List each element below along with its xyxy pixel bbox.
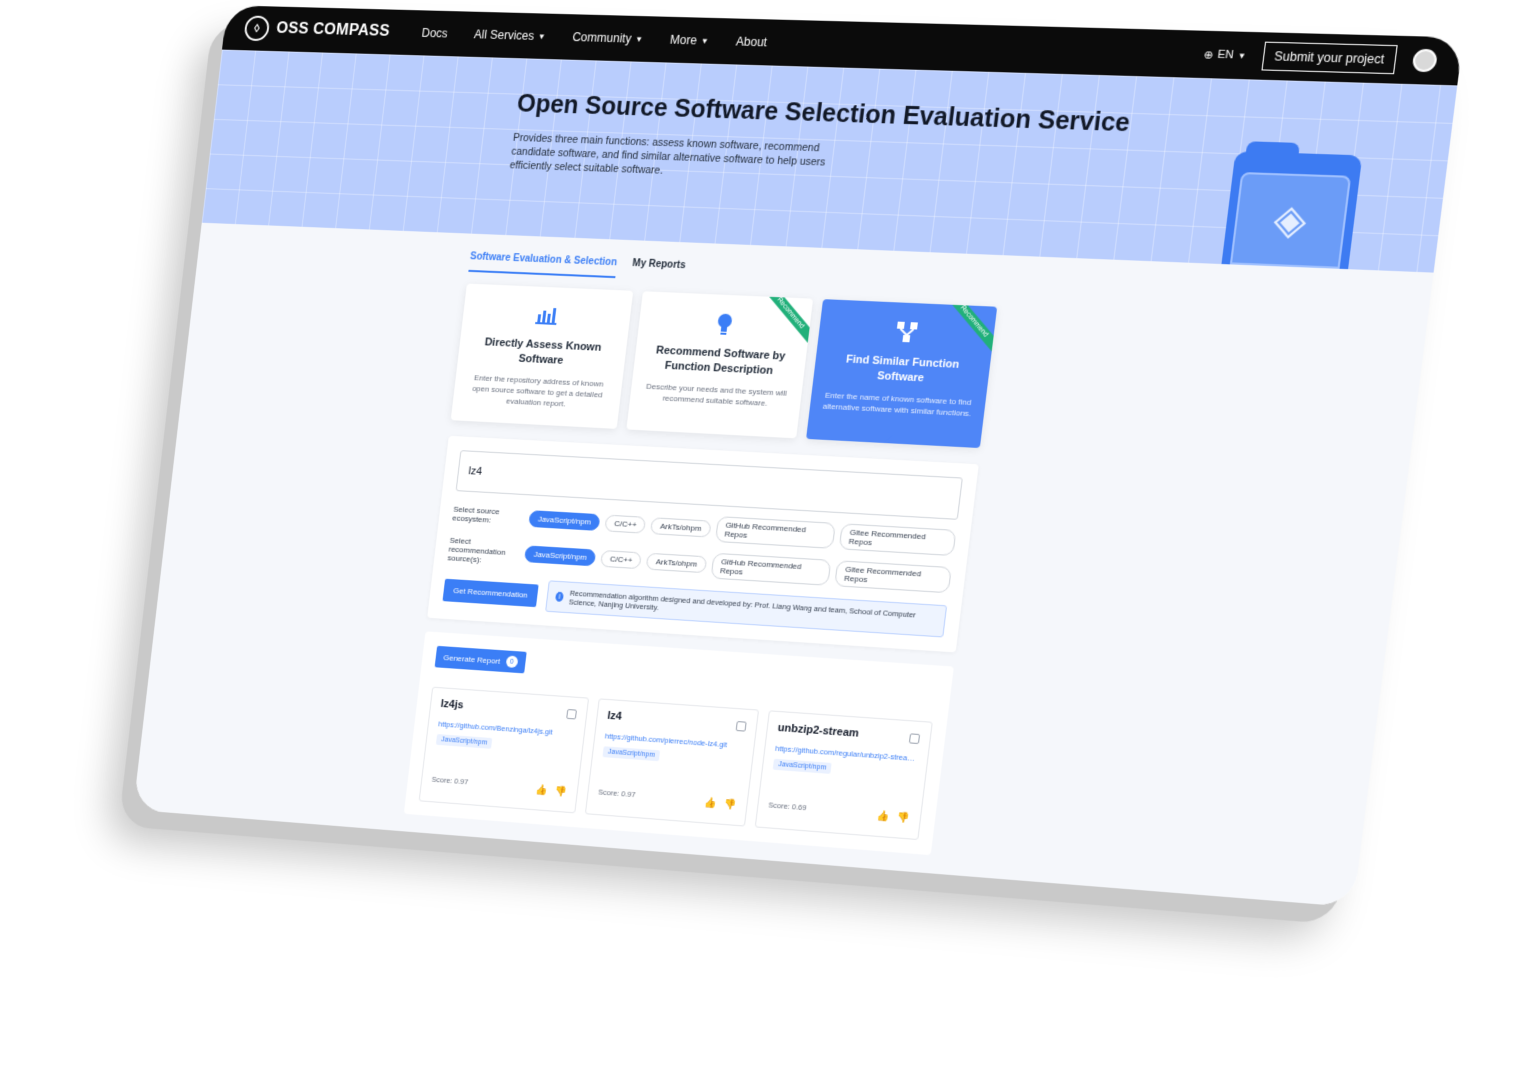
logo-text: OSS COMPASS: [275, 20, 391, 40]
result-name: lz4: [606, 709, 623, 723]
card-title: Recommend Software by Function Descripti…: [655, 344, 787, 378]
source-chip-javascript-npm[interactable]: JavaScript/npm: [528, 509, 601, 531]
tab-my-reports[interactable]: My Reports: [631, 258, 686, 281]
network-icon: [829, 318, 982, 353]
thumbs-down-icon[interactable]: 👎: [897, 812, 911, 824]
thumbs-up-icon[interactable]: 👍: [876, 811, 890, 823]
hero-description: Provides three main functions: assess kn…: [509, 131, 827, 177]
nav-about[interactable]: About: [735, 35, 768, 50]
compass-icon: ◈: [1229, 171, 1352, 269]
vote-buttons: 👍 👎: [703, 798, 737, 811]
result-score: Score: 0.97: [597, 787, 636, 800]
thumbs-down-icon[interactable]: 👎: [724, 799, 738, 811]
language-label: EN: [1216, 48, 1235, 62]
vote-buttons: 👍 👎: [535, 785, 568, 798]
thumbs-up-icon[interactable]: 👍: [703, 798, 717, 810]
source-chip-gitee-recommended[interactable]: Gitee Recommended Repos: [838, 523, 957, 557]
result-card[interactable]: unbzip2-stream https://github.com/regula…: [754, 710, 933, 841]
nav-more[interactable]: More ▼: [669, 33, 709, 48]
chevron-down-icon: ▼: [1237, 50, 1247, 61]
nav-community[interactable]: Community ▼: [572, 30, 644, 46]
globe-icon: ⊕: [1202, 48, 1215, 62]
submit-project-button[interactable]: Submit your project: [1261, 41, 1398, 75]
generate-report-button[interactable]: Generate Report 0: [434, 645, 527, 674]
nav-about-label: About: [735, 34, 768, 50]
logo[interactable]: ◊ OSS COMPASS: [243, 15, 391, 44]
generate-report-label: Generate Report: [442, 652, 501, 666]
nav-right: ⊕ EN ▼ Submit your project: [1202, 40, 1439, 75]
card-description: Describe your needs and the system will …: [645, 381, 788, 408]
folder-compass-illustration: ◈: [1221, 141, 1363, 270]
results-panel: Generate Report 0 lz4js https://github.c…: [403, 631, 954, 856]
result-card[interactable]: lz4 https://github.com/pierrec/node-lz4.…: [584, 698, 760, 827]
vote-buttons: 👍 👎: [876, 811, 910, 825]
rec-chip-arkts-ohpm[interactable]: ArkTs/ohpm: [646, 552, 707, 574]
rec-chip-github-recommended[interactable]: GitHub Recommended Repos: [710, 552, 832, 586]
result-ecosystem-tag: JavaScript/npm: [602, 746, 661, 762]
feature-cards: Directly Assess Known Software Enter the…: [450, 283, 999, 449]
result-card[interactable]: lz4js https://github.com/Benzinga/lz4js.…: [418, 686, 590, 814]
card-description: Enter the repository address of known op…: [471, 373, 604, 409]
source-chip-github-recommended[interactable]: GitHub Recommended Repos: [714, 516, 836, 549]
lightbulb-icon: [649, 310, 799, 345]
result-checkbox[interactable]: [908, 733, 921, 745]
report-count-badge: 0: [505, 655, 519, 668]
user-avatar[interactable]: [1411, 48, 1439, 73]
card-assess-known-software[interactable]: Directly Assess Known Software Enter the…: [450, 283, 634, 429]
content-column: Software Evaluation & Selection My Repor…: [403, 234, 1005, 856]
nav-more-label: More: [669, 32, 698, 48]
nav-docs-label: Docs: [420, 26, 449, 41]
page-title: Open Source Software Selection Evaluatio…: [515, 89, 1132, 138]
notice-text: Recommendation algorithm designed and de…: [568, 588, 917, 620]
get-recommendation-button[interactable]: Get Recommendation: [442, 578, 539, 607]
results-list: lz4js https://github.com/Benzinga/lz4js.…: [418, 686, 933, 841]
thumbs-down-icon[interactable]: 👎: [554, 786, 567, 798]
info-icon: i: [554, 591, 565, 602]
thumbs-up-icon[interactable]: 👍: [535, 785, 548, 797]
result-ecosystem-tag: JavaScript/npm: [772, 758, 832, 774]
nav-links: Docs All Services ▼ Community ▼ More ▼ Abou…: [421, 26, 768, 49]
nav-all-services-label: All Services: [473, 27, 535, 43]
card-description: Enter the name of known software to find…: [822, 390, 972, 419]
result-ecosystem-tag: JavaScript/npm: [435, 734, 493, 749]
device-frame: ◊ OSS COMPASS Docs All Services ▼ Communi…: [133, 5, 1464, 908]
nav-community-label: Community: [571, 30, 633, 46]
chevron-down-icon: ▼: [634, 34, 644, 44]
tab-software-evaluation[interactable]: Software Evaluation & Selection: [468, 251, 618, 279]
compass-logo-icon: ◊: [243, 15, 271, 42]
nav-all-services[interactable]: All Services ▼: [473, 27, 546, 43]
language-selector[interactable]: ⊕ EN ▼: [1203, 48, 1247, 63]
rec-chip-javascript-npm[interactable]: JavaScript/npm: [524, 545, 597, 567]
bar-chart-icon: [473, 302, 619, 336]
active-card-pointer: [883, 434, 901, 449]
rec-chip-c-cpp[interactable]: C/C++: [600, 550, 643, 570]
card-title: Directly Assess Known Software: [484, 336, 602, 367]
chevron-down-icon: ▼: [700, 36, 710, 46]
card-recommend-by-function[interactable]: Recommend Recommend Software by Function…: [626, 291, 814, 439]
chevron-down-icon: ▼: [537, 31, 547, 41]
card-find-similar-software[interactable]: Recommend Find Similar Function Software…: [806, 299, 998, 449]
result-score: Score: 0.97: [431, 774, 469, 787]
source-chip-c-cpp[interactable]: C/C++: [604, 514, 647, 534]
result-checkbox[interactable]: [735, 721, 747, 732]
rec-chip-gitee-recommended[interactable]: Gitee Recommended Repos: [834, 559, 952, 593]
mockup-stage: ◊ OSS COMPASS Docs All Services ▼ Communi…: [0, 0, 1516, 1078]
source-chip-arkts-ohpm[interactable]: ArkTs/ohpm: [650, 516, 712, 538]
source-ecosystem-label: Select source ecosystem:: [451, 504, 501, 525]
result-score: Score: 0.69: [767, 800, 807, 813]
nav-docs[interactable]: Docs: [421, 26, 449, 40]
card-title: Find Similar Function Software: [845, 353, 960, 385]
result-checkbox[interactable]: [566, 708, 577, 720]
search-panel: Select source ecosystem: JavaScript/npm …: [427, 435, 979, 653]
result-name: unbzip2-stream: [777, 721, 860, 740]
main-area: Software Evaluation & Selection My Repor…: [133, 222, 1434, 908]
recommendation-source-label: Select recommendation source(s):: [447, 535, 506, 565]
result-name: lz4js: [440, 698, 465, 712]
